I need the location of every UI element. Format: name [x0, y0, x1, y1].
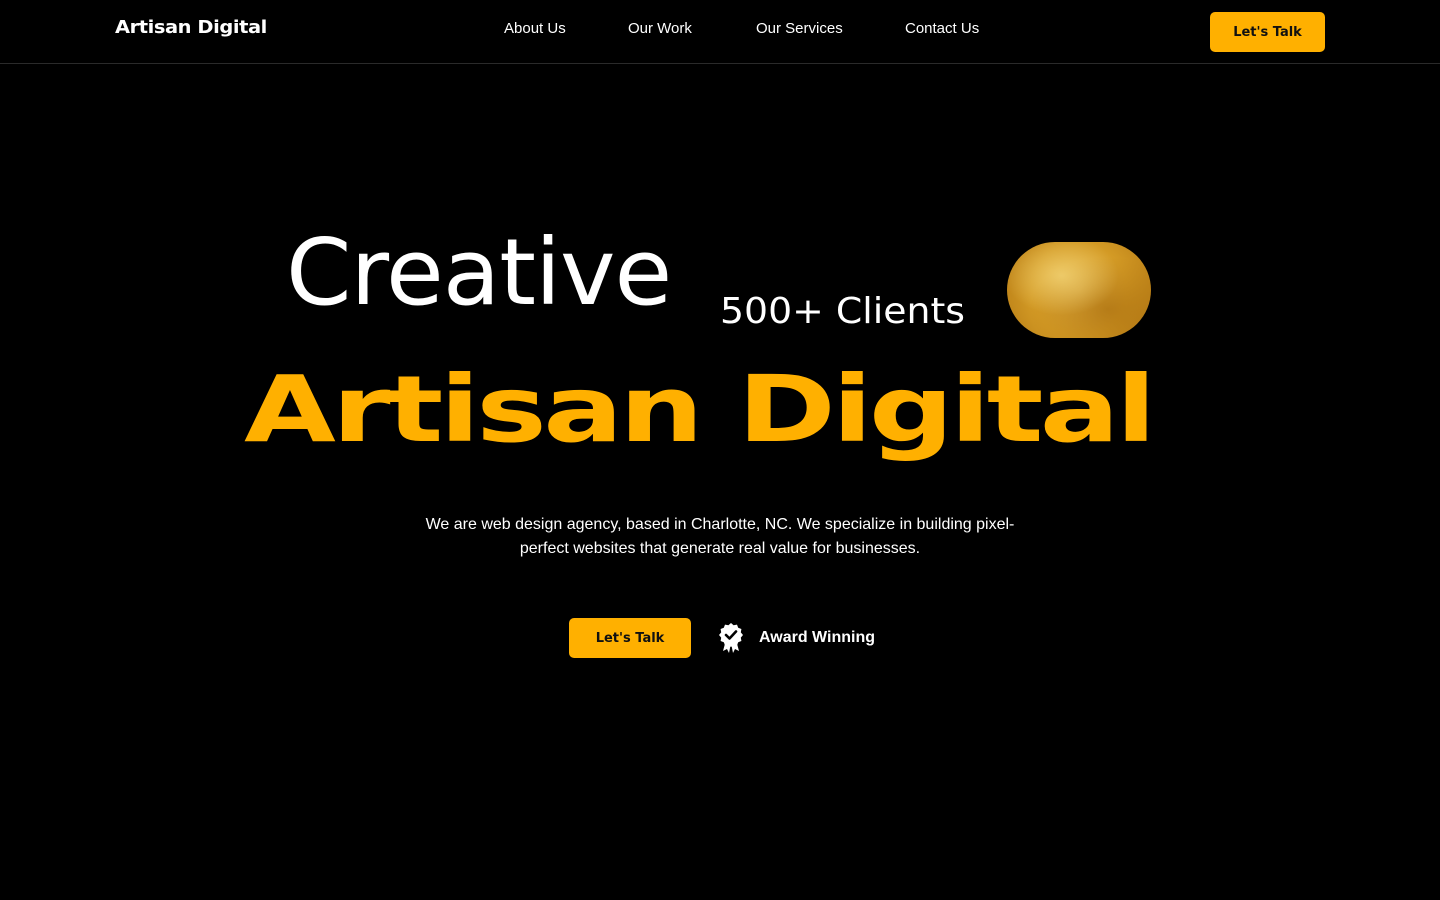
- hero-description: We are web design agency, based in Charl…: [425, 516, 1015, 557]
- header-lets-talk-button[interactable]: Let's Talk: [1210, 12, 1325, 52]
- hero-title: Artisan Digital: [244, 356, 1156, 463]
- award-badge-icon: [719, 622, 743, 654]
- nav-our-services[interactable]: Our Services: [756, 20, 843, 37]
- nav-contact-us[interactable]: Contact Us: [905, 20, 979, 37]
- award-badge: Award Winning: [719, 622, 875, 654]
- award-label: Award Winning: [759, 629, 875, 646]
- nav-our-work[interactable]: Our Work: [628, 20, 692, 37]
- clients-count: 500+ Clients: [720, 291, 965, 332]
- golden-blob-image: [1007, 242, 1151, 338]
- hero-lets-talk-button[interactable]: Let's Talk: [569, 618, 691, 658]
- hero-creative-text: Creative: [286, 219, 672, 326]
- nav-about-us[interactable]: About Us: [504, 20, 566, 37]
- site-header: Artisan Digital About Us Our Work Our Se…: [0, 0, 1440, 64]
